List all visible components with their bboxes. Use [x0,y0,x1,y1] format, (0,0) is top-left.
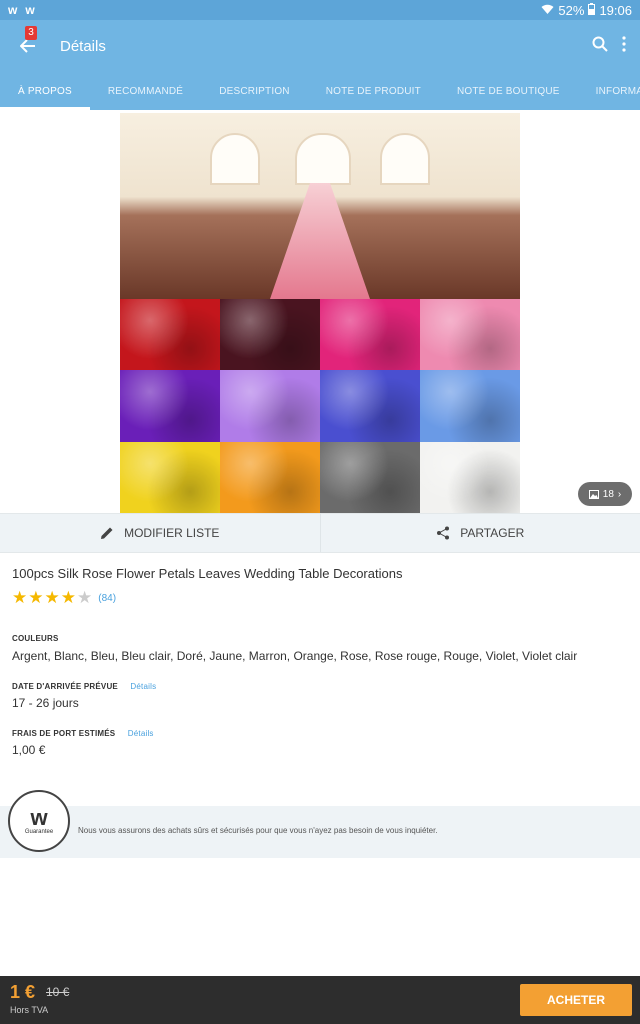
tab-note-de-boutique[interactable]: NOTE DE BOUTIQUE [439,72,578,110]
shipping-value: 1,00 € [12,743,46,757]
church-window [210,133,260,185]
bottom-bar: 1 € 10 € Hors TVA ACHETER [0,976,640,1024]
petal-color-grid [120,299,520,513]
petal-color-swatch [320,299,420,371]
edit-list-button[interactable]: MODIFIER LISTE [0,514,320,552]
petal-color-swatch [220,299,320,371]
tab-a-propos[interactable]: À PROPOS [0,72,90,110]
guarantee-logo-text: Guarantee [24,829,54,835]
share-button[interactable]: PARTAGER [319,514,640,552]
wifi-icon [541,3,554,18]
petal-color-swatch [420,299,520,371]
share-label: PARTAGER [460,526,525,540]
arrow-left-icon [20,39,35,53]
shipping-label: FRAIS DE PORT ESTIMÉS [12,729,116,738]
arrival-value: 17 - 26 jours [12,696,79,710]
product-image[interactable] [120,113,520,513]
original-price: 10 € [46,985,70,999]
colors-value: Argent, Blanc, Bleu, Bleu clair, Doré, J… [12,649,578,663]
church-aisle-photo [120,113,520,299]
back-button[interactable]: 3 [0,20,56,72]
gallery-count-button[interactable]: 18 › [578,482,632,506]
church-window [295,133,351,185]
star-filled-icon: ★ [28,588,44,607]
product-image-area: 18 › [0,110,640,513]
petal-color-swatch [320,441,420,513]
cart-badge: 3 [25,26,37,40]
arrival-label-row: DATE D'ARRIVÉE PRÉVUE Détails [12,682,156,691]
review-count[interactable]: (84) [98,593,116,604]
action-bar: MODIFIER LISTE PARTAGER [0,513,640,553]
shipping-label-row: FRAIS DE PORT ESTIMÉS Détails [12,729,154,738]
tab-bar: À PROPOS RECOMMANDÉ DESCRIPTION NOTE DE … [0,72,640,110]
clock: 19:06 [599,2,632,18]
notification-icons: w w [8,3,35,17]
guarantee-logo-letter: w [30,805,48,830]
petal-color-swatch [220,370,320,442]
status-bar: w w 52% 19:06 [0,0,640,20]
gallery-count: 18 [602,488,614,500]
wish-notification-icon: w [8,3,18,17]
product-title: 100pcs Silk Rose Flower Petals Leaves We… [12,566,403,581]
arrival-label: DATE D'ARRIVÉE PRÉVUE [12,682,118,691]
petal-aisle [270,183,370,299]
edit-list-label: MODIFIER LISTE [124,526,220,540]
colors-label: COULEURS [12,634,59,643]
tax-note: Hors TVA [10,1005,49,1015]
star-filled-icon: ★ [12,588,28,607]
star-empty-icon: ★ [77,588,93,607]
battery-icon [588,2,596,18]
pencil-icon [101,527,113,539]
star-filled-icon: ★ [44,588,60,607]
petal-color-swatch [320,370,420,442]
petal-color-swatch [120,441,220,513]
price: 1 € [10,982,36,1002]
share-icon [437,526,450,540]
more-options-icon[interactable] [622,35,626,57]
rating[interactable]: ★ ★ ★ ★ ★ (84) [12,588,116,608]
buy-button[interactable]: ACHETER [520,984,632,1016]
wish-notification-icon: w [25,3,35,17]
arrival-details-link[interactable]: Détails [130,682,156,691]
petal-color-swatch [120,370,220,442]
chevron-right-icon: › [617,488,622,500]
church-window [380,133,430,185]
wish-guarantee-logo: w Guarantee [8,790,70,852]
petal-color-swatch [120,299,220,371]
battery-percent: 52% [558,2,585,18]
petal-color-swatch [220,441,320,513]
petal-color-swatch [420,441,520,513]
tab-informations[interactable]: INFORMATIO [578,72,640,110]
tab-note-de-produit[interactable]: NOTE DE PRODUIT [308,72,439,110]
guarantee-banner: w Guarantee Nous vous assurons des achat… [0,790,640,858]
page-title: Détails [60,37,106,55]
shipping-details-link[interactable]: Détails [128,729,154,738]
image-icon [588,489,599,499]
app-bar: 3 Détails [0,20,640,72]
star-filled-icon: ★ [60,588,76,607]
tab-description[interactable]: DESCRIPTION [201,72,308,110]
guarantee-message: Nous vous assurons des achats sûrs et sé… [78,826,438,835]
petal-color-swatch [420,370,520,442]
search-icon[interactable] [592,36,608,57]
tab-recommande[interactable]: RECOMMANDÉ [90,72,201,110]
